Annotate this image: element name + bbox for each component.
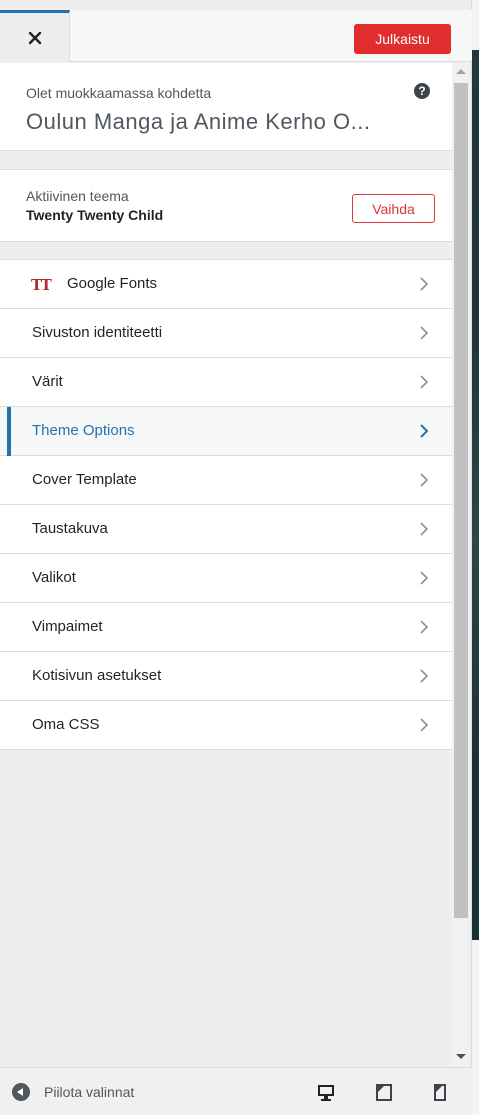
menu-item-label: Google Fonts	[67, 275, 158, 292]
chevron-right-icon	[420, 473, 429, 487]
menu-item-label: Kotisivun asetukset	[32, 667, 162, 684]
mobile-preview-icon[interactable]	[430, 1082, 450, 1102]
close-icon	[28, 31, 41, 44]
change-theme-button[interactable]: Vaihda	[352, 194, 435, 223]
menu-item-theme-options[interactable]: Theme Options	[0, 407, 452, 456]
customizer-controls: Olet muokkaamassa kohdetta ? Oulun Manga…	[0, 63, 452, 1067]
menu-item-label: Taustakuva	[32, 520, 108, 537]
customizer-info: Olet muokkaamassa kohdetta ? Oulun Manga…	[0, 63, 452, 151]
active-theme-name: Twenty Twenty Child	[26, 207, 164, 223]
scroll-down-icon[interactable]	[456, 1054, 466, 1059]
close-button[interactable]	[0, 10, 70, 62]
menu-item-custom-css[interactable]: Oma CSS	[0, 701, 452, 750]
publish-button[interactable]: Julkaistu	[354, 24, 451, 54]
menu-item-label: Sivuston identiteetti	[32, 324, 163, 341]
collapse-icon	[12, 1083, 30, 1101]
editing-label: Olet muokkaamassa kohdetta	[26, 85, 212, 101]
chevron-right-icon	[420, 571, 429, 585]
scrollbar-thumb[interactable]	[454, 83, 468, 918]
tablet-preview-icon[interactable]	[374, 1082, 394, 1102]
chevron-right-icon	[420, 375, 429, 389]
menu-item-background-image[interactable]: Taustakuva	[0, 505, 452, 554]
menu-item-widgets[interactable]: Vimpaimet	[0, 603, 452, 652]
menu-item-menus[interactable]: Valikot	[0, 554, 452, 603]
scroll-up-icon[interactable]	[456, 69, 466, 74]
menu-item-google-fonts[interactable]: TT Google Fonts	[0, 260, 452, 309]
chevron-right-icon	[420, 620, 429, 634]
collapse-label: Piilota valinnat	[44, 1084, 135, 1100]
site-title: Oulun Manga ja Anime Kerho O...	[26, 109, 371, 134]
active-theme-label: Aktiivinen teema	[26, 188, 129, 204]
chevron-right-icon	[420, 277, 429, 291]
customizer-menu: TT Google Fonts Sivuston identiteetti Vä…	[0, 259, 452, 750]
desktop-preview-icon[interactable]	[316, 1082, 336, 1102]
chevron-right-icon	[420, 669, 429, 683]
google-fonts-icon: TT	[31, 276, 52, 294]
help-icon[interactable]: ?	[414, 83, 430, 99]
chevron-right-icon	[420, 326, 429, 340]
site-preview	[472, 0, 479, 1115]
collapse-sidebar-button[interactable]: Piilota valinnat	[12, 1081, 134, 1103]
customizer-header: Julkaistu	[0, 10, 472, 62]
menu-item-label: Cover Template	[32, 471, 137, 488]
scrollbar[interactable]	[452, 63, 470, 1067]
menu-item-label: Oma CSS	[32, 716, 100, 733]
menu-item-site-identity[interactable]: Sivuston identiteetti	[0, 309, 452, 358]
menu-item-label: Vimpaimet	[32, 618, 103, 635]
active-theme-section: Aktiivinen teema Twenty Twenty Child Vai…	[0, 169, 452, 242]
menu-item-label: Theme Options	[32, 422, 135, 439]
chevron-right-icon	[420, 424, 429, 438]
menu-item-colors[interactable]: Värit	[0, 358, 452, 407]
chevron-right-icon	[420, 718, 429, 732]
menu-item-homepage-settings[interactable]: Kotisivun asetukset	[0, 652, 452, 701]
menu-item-cover-template[interactable]: Cover Template	[0, 456, 452, 505]
chevron-right-icon	[420, 522, 429, 536]
customizer-panel: Julkaistu Olet muokkaamassa kohdetta ? O…	[0, 0, 472, 1115]
menu-item-label: Värit	[32, 373, 63, 390]
customizer-footer: Piilota valinnat	[0, 1067, 472, 1115]
menu-item-label: Valikot	[32, 569, 76, 586]
